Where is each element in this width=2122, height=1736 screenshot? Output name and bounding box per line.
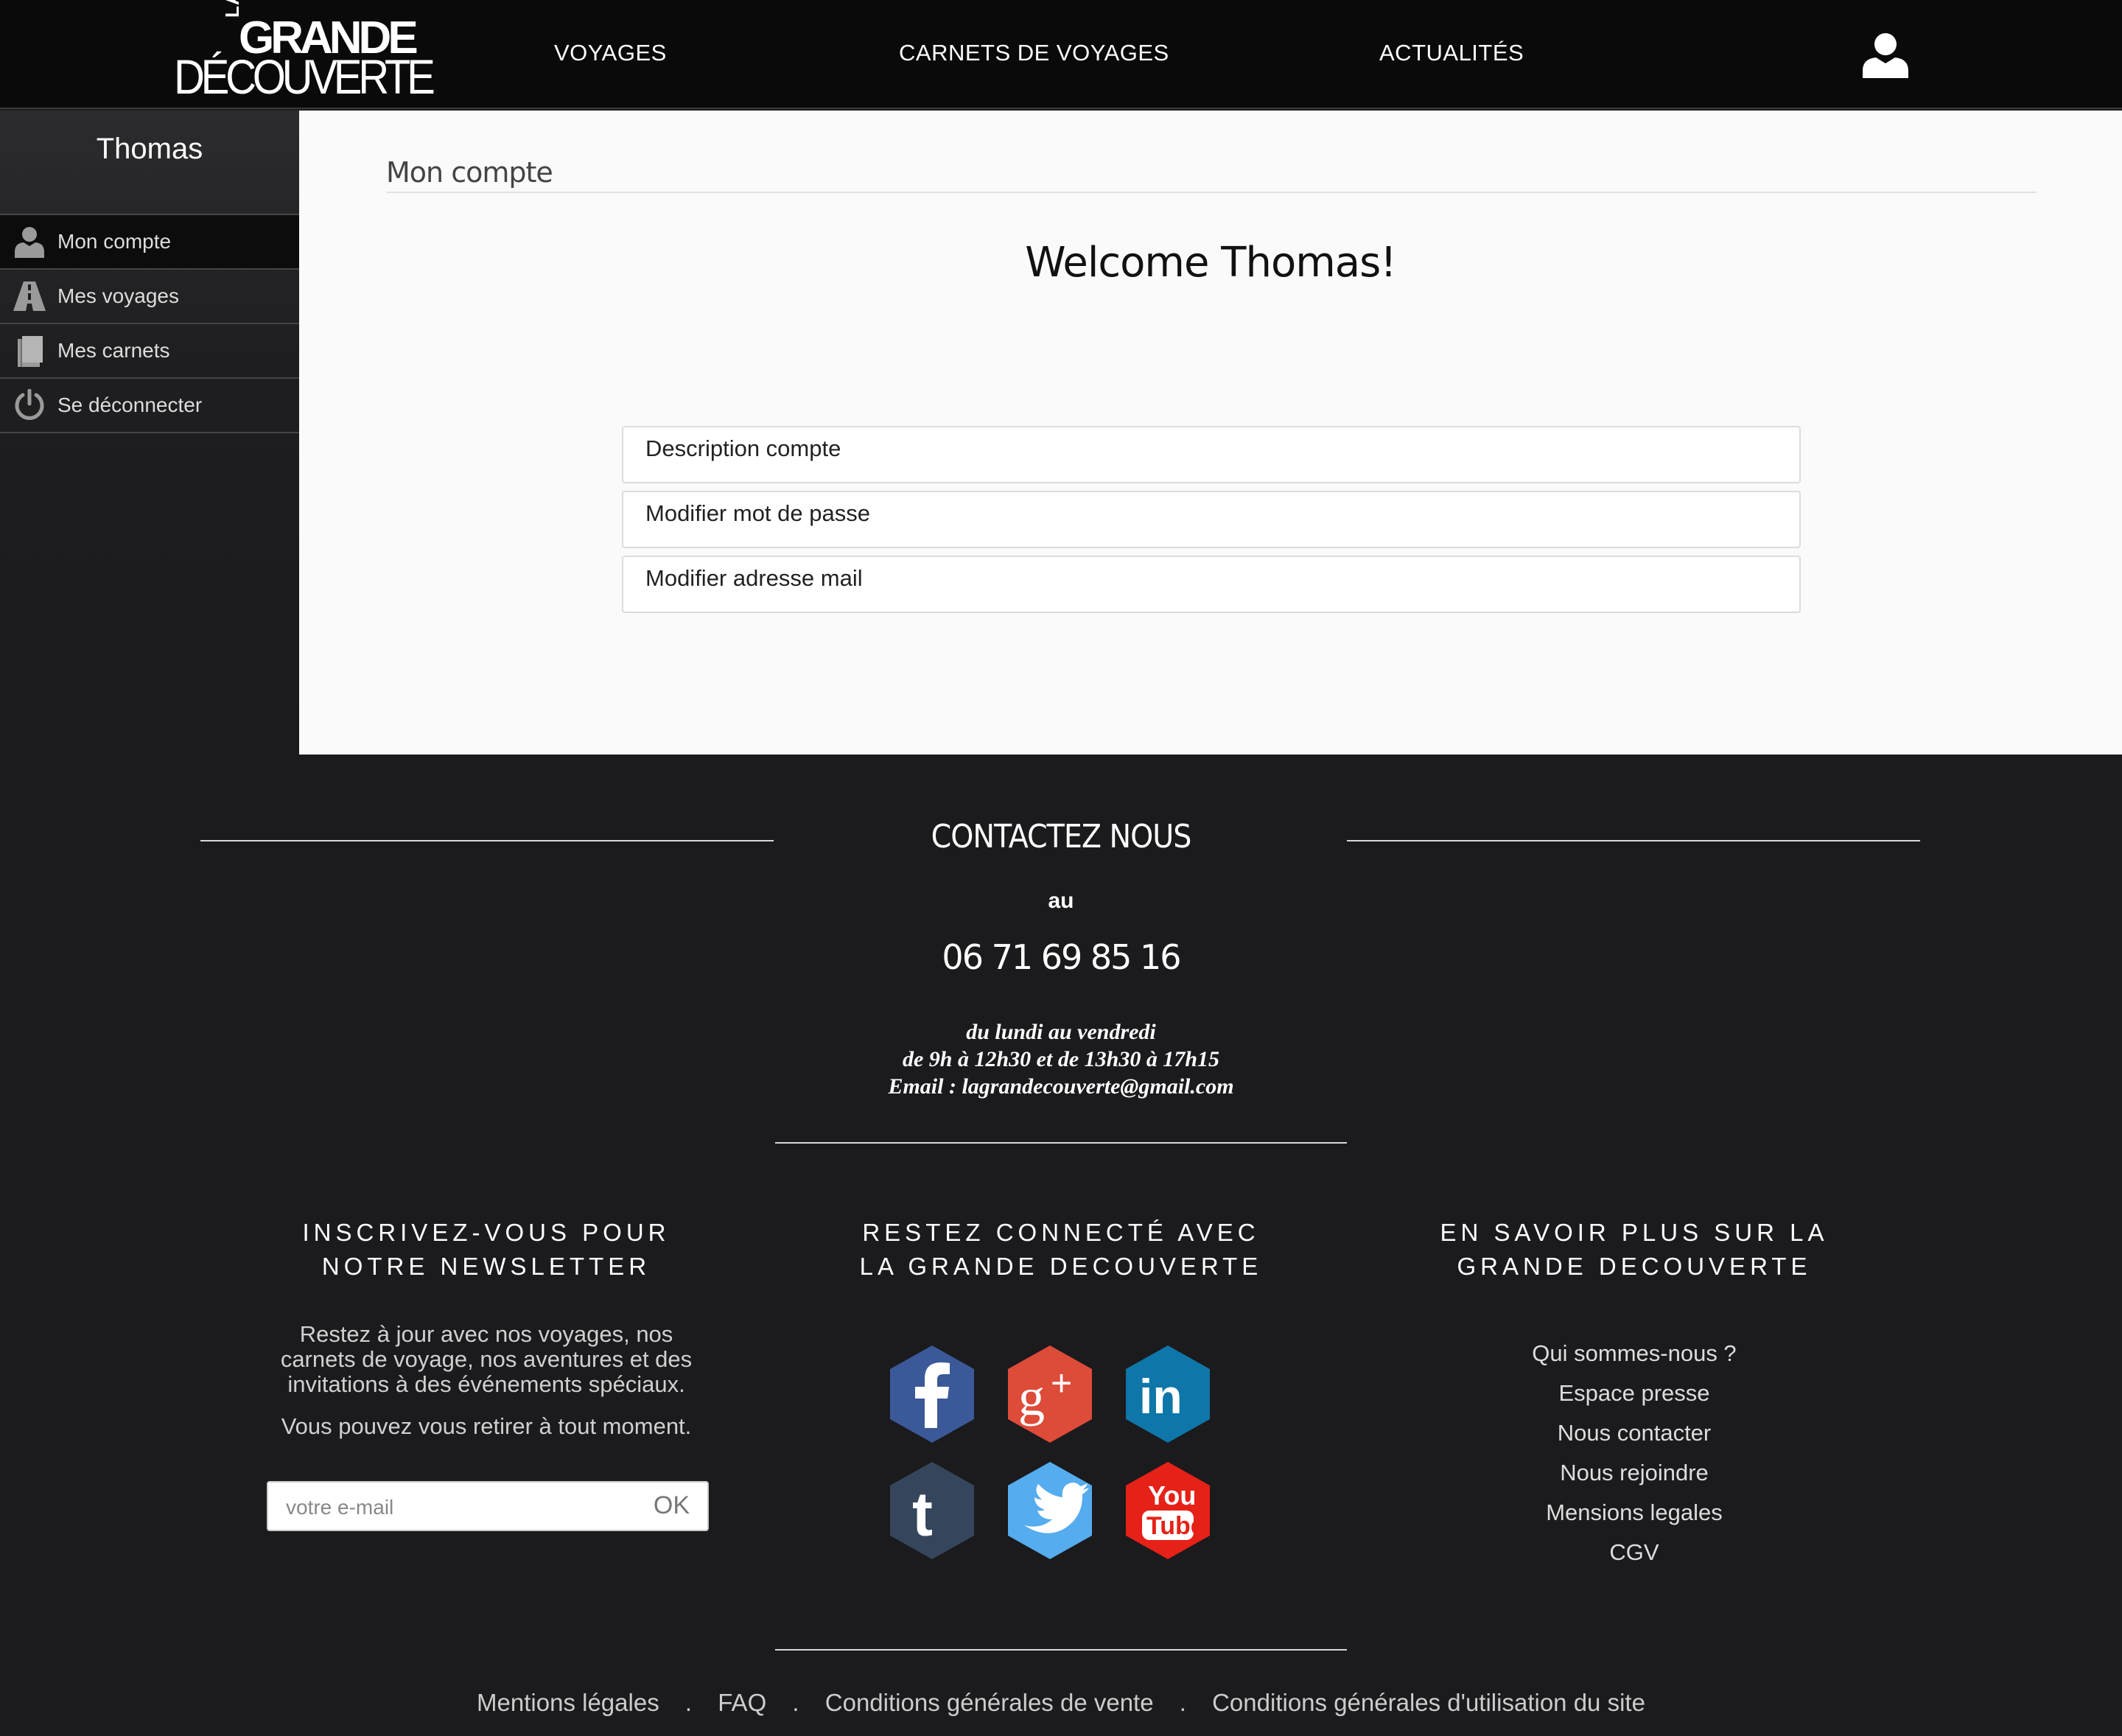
divider	[775, 1649, 1347, 1651]
svg-text:Tube: Tube	[1146, 1512, 1205, 1540]
sidebar-item-mes-voyages[interactable]: Mes voyages	[0, 270, 299, 324]
link-qui-sommes-nous[interactable]: Qui sommes-nous ?	[1413, 1334, 1855, 1373]
link-faq[interactable]: FAQ	[718, 1689, 766, 1716]
contact-hours: du lundi au vendredi de 9h à 12h30 et de…	[775, 1018, 1347, 1100]
hours-line: de 9h à 12h30 et de 13h30 à 17h15	[902, 1047, 1220, 1071]
sidebar-username: Thomas	[96, 133, 203, 165]
contact-email[interactable]: Email : lagrandecouverte@gmail.com	[775, 1073, 1347, 1100]
about-title: EN SAVOIR PLUS SUR LA GRANDE DECOUVERTE	[1440, 1219, 1829, 1280]
sidebar-item-label: Mes voyages	[57, 284, 179, 307]
welcome-heading: Welcome Thomas!	[1025, 239, 1396, 287]
divider	[200, 840, 774, 841]
newsletter-title: INSCRIVEZ-VOUS POUR NOTRE NEWSLETTER	[302, 1219, 670, 1280]
nav-actualites[interactable]: ACTUALITÉS	[1379, 40, 1524, 66]
newsletter-ok-button[interactable]: OK	[654, 1491, 690, 1520]
panel-modifier-adresse-mail[interactable]: Modifier adresse mail	[622, 556, 1801, 613]
sidebar-item-mes-carnets[interactable]: Mes carnets	[0, 324, 299, 379]
bottom-links: Mentions légales . FAQ . Conditions géné…	[0, 1689, 2122, 1717]
panel-label: Modifier adresse mail	[645, 565, 863, 591]
link-mentions-legales[interactable]: Mentions légales	[477, 1689, 659, 1716]
sidebar-item-label: Mes carnets	[57, 339, 170, 362]
road-icon	[13, 281, 46, 311]
about-links: Qui sommes-nous ? Espace presse Nous con…	[1413, 1334, 1855, 1572]
link-mensions-legales[interactable]: Mensions legales	[1413, 1493, 1855, 1533]
nav-carnets-de-voyages[interactable]: CARNETS DE VOYAGES	[899, 40, 1169, 66]
power-icon	[15, 389, 44, 420]
panel-modifier-mot-de-passe[interactable]: Modifier mot de passe	[622, 491, 1801, 548]
svg-text:You: You	[1148, 1480, 1196, 1511]
logo-decouverte: DÉCOUVERTE	[174, 49, 435, 104]
title-divider	[386, 192, 2037, 193]
newsletter-email-input[interactable]	[286, 1494, 610, 1521]
account-sidebar: Thomas Mon compte Mes voyages Mes carnet	[0, 111, 299, 755]
top-navbar: LA GRANDE DÉCOUVERTE VOYAGES CARNETS DE …	[0, 0, 2122, 109]
link-espace-presse[interactable]: Espace presse	[1413, 1373, 1855, 1413]
sidebar-item-se-deconnecter[interactable]: Se déconnecter	[0, 379, 299, 433]
social-title: RESTEZ CONNECTÉ AVEC LA GRANDE DECOUVERT…	[859, 1219, 1263, 1280]
svg-text:in: in	[1139, 1369, 1183, 1424]
link-separator: .	[684, 1689, 693, 1716]
link-cgv[interactable]: CGV	[1413, 1533, 1855, 1572]
user-icon[interactable]	[1860, 29, 1911, 81]
google-plus-icon[interactable]: g +	[1002, 1343, 1098, 1446]
sidebar-item-label: Mon compte	[57, 230, 172, 253]
link-separator: .	[792, 1689, 799, 1716]
main-content: Mon compte Welcome Thomas! Description c…	[299, 111, 2122, 755]
link-separator: .	[1179, 1689, 1186, 1716]
linkedin-icon[interactable]: in	[1120, 1343, 1216, 1446]
link-nous-rejoindre[interactable]: Nous rejoindre	[1413, 1453, 1855, 1493]
sidebar-item-mon-compte[interactable]: Mon compte	[0, 215, 299, 270]
sidebar-item-label: Se déconnecter	[57, 393, 203, 416]
page-title: Mon compte	[386, 156, 553, 189]
link-conditions-vente[interactable]: Conditions générales de vente	[825, 1689, 1154, 1716]
svg-text:g: g	[1018, 1368, 1045, 1427]
link-nous-contacter[interactable]: Nous contacter	[1413, 1413, 1855, 1453]
contact-title: CONTACTEZ NOUS	[931, 818, 1192, 855]
site-logo[interactable]: LA GRANDE DÉCOUVERTE	[174, 0, 435, 104]
panel-description-compte[interactable]: Description compte	[622, 426, 1801, 483]
svg-text:t: t	[912, 1480, 933, 1549]
nav-voyages[interactable]: VOYAGES	[554, 40, 667, 66]
tumblr-icon[interactable]: t	[884, 1459, 980, 1562]
contact-phone[interactable]: 06 71 69 85 16	[775, 937, 1347, 977]
newsletter-form: OK	[267, 1481, 709, 1531]
divider	[1347, 840, 1920, 841]
youtube-icon[interactable]: You Tube	[1120, 1459, 1216, 1562]
contact-au: au	[1048, 889, 1074, 913]
hours-line: du lundi au vendredi	[966, 1020, 1156, 1044]
link-conditions-utilisation[interactable]: Conditions générales d'utilisation du si…	[1212, 1689, 1645, 1716]
panel-label: Description compte	[645, 435, 841, 461]
sidebar-menu: Mon compte Mes voyages Mes carnets Se dé…	[0, 214, 299, 433]
facebook-icon[interactable]	[884, 1343, 980, 1446]
divider	[775, 1142, 1347, 1144]
twitter-icon[interactable]	[1002, 1459, 1098, 1562]
svg-text:+: +	[1051, 1362, 1072, 1404]
newsletter-description: Restez à jour avec nos voyages, nos carn…	[280, 1321, 693, 1397]
panel-label: Modifier mot de passe	[645, 500, 870, 526]
book-icon	[18, 336, 43, 367]
user-icon	[15, 227, 44, 258]
newsletter-note: Vous pouvez vous retirer à tout moment.	[281, 1413, 692, 1439]
